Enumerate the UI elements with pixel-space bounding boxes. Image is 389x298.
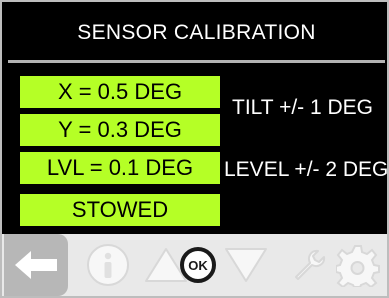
y-tilt-readout-text: Y = 0.3 DEG	[58, 117, 182, 142]
x-tilt-readout: X = 0.5 DEG	[18, 74, 222, 110]
calibration-screen: SENSOR CALIBRATION X = 0.5 DEG Y = 0.3 D…	[0, 0, 389, 298]
level-tolerance-label: LEVEL +/- 2 DEG	[224, 158, 389, 181]
info-icon	[87, 244, 129, 286]
down-triangle-icon	[225, 248, 267, 282]
ok-icon: OK	[180, 247, 216, 283]
wrench-icon	[295, 249, 326, 280]
ok-button[interactable]: OK	[174, 234, 222, 296]
down-button[interactable]	[222, 234, 270, 296]
gear-icon	[336, 245, 380, 287]
level-readout: LVL = 0.1 DEG	[18, 150, 222, 186]
back-arrow-icon	[15, 251, 57, 279]
tilt-tolerance-label: TILT +/- 1 DEG	[232, 96, 374, 119]
settings-button[interactable]	[332, 234, 384, 296]
level-readout-text: LVL = 0.1 DEG	[46, 155, 194, 180]
nav-bar: OK	[2, 234, 387, 296]
stowed-status: STOWED	[18, 192, 222, 228]
wrench-button[interactable]	[286, 234, 330, 296]
back-button[interactable]	[4, 234, 68, 296]
page-title-text: SENSOR CALIBRATION	[77, 21, 316, 44]
stowed-status-text: STOWED	[71, 197, 169, 222]
page-title: SENSOR CALIBRATION	[8, 6, 385, 63]
ok-label: OK	[188, 258, 208, 273]
info-button[interactable]	[82, 234, 134, 296]
x-tilt-readout-text: X = 0.5 DEG	[57, 79, 183, 104]
y-tilt-readout: Y = 0.3 DEG	[18, 112, 222, 148]
